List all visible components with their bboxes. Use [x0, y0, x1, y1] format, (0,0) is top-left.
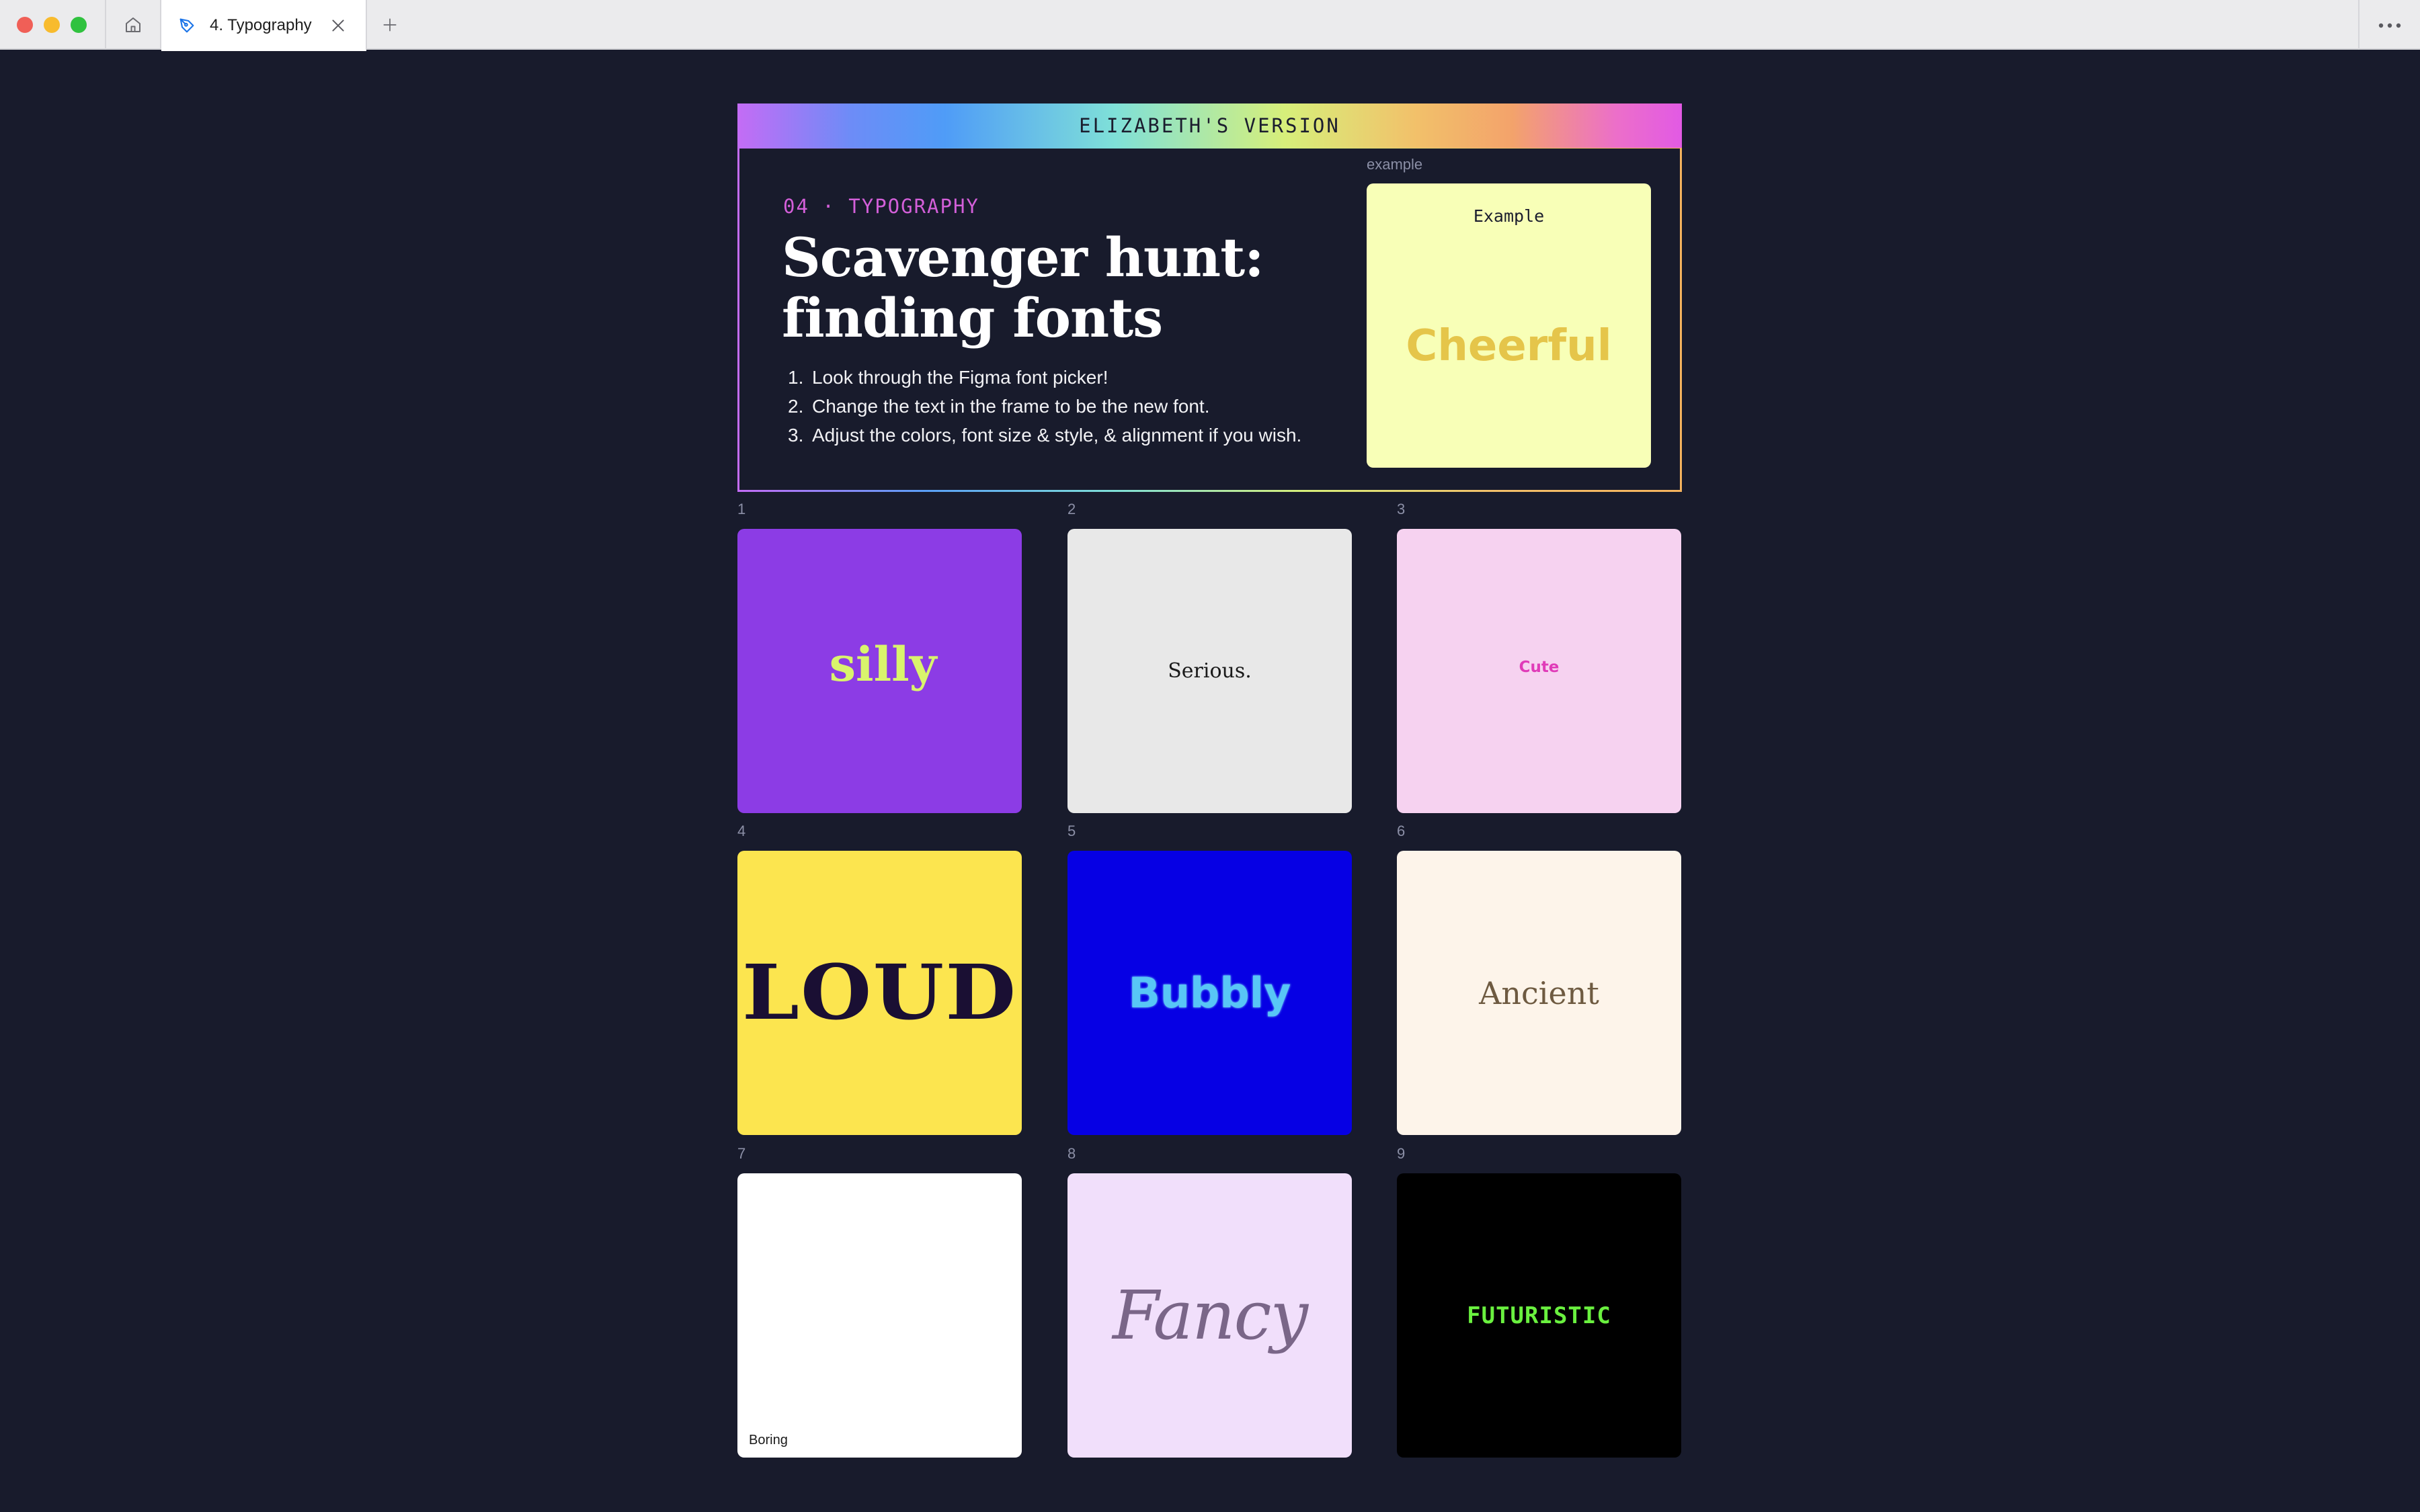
- example-caption: Example: [1473, 206, 1545, 226]
- home-button[interactable]: [106, 0, 160, 50]
- frame-label-4[interactable]: 4: [737, 823, 745, 840]
- frame-6-text[interactable]: Ancient: [1479, 975, 1599, 1011]
- step-number: 2.: [788, 396, 804, 417]
- frame-5-text[interactable]: Bubbly: [1129, 968, 1291, 1017]
- frame-7-text[interactable]: Boring: [749, 1433, 788, 1448]
- frame-3-text[interactable]: Cute: [1519, 659, 1560, 676]
- step-number: 3.: [788, 425, 804, 446]
- step-text: Adjust the colors, font size & style, & …: [812, 425, 1302, 446]
- frame-label-5[interactable]: 5: [1067, 823, 1076, 840]
- frame-7[interactable]: Boring: [737, 1173, 1022, 1458]
- instruction-item: 1. Look through the Figma font picker!: [788, 363, 1301, 392]
- title-bar: 4. Typography: [0, 0, 2420, 51]
- frame-label-2[interactable]: 2: [1067, 501, 1076, 518]
- frame-8-text[interactable]: Fancy: [1113, 1276, 1308, 1355]
- lesson-eyebrow: 04 · TYPOGRAPHY: [783, 195, 979, 218]
- frame-4-text[interactable]: LOUD: [742, 949, 1017, 1037]
- step-text: Change the text in the frame to be the n…: [812, 396, 1210, 417]
- frame-3[interactable]: Cute: [1397, 529, 1681, 813]
- close-icon[interactable]: [329, 17, 347, 34]
- frame-1[interactable]: silly: [737, 529, 1022, 813]
- frame-1-text[interactable]: silly: [830, 636, 937, 692]
- example-frame-label[interactable]: example: [1367, 156, 1422, 173]
- frame-9-text[interactable]: FUTURISTIC: [1467, 1302, 1611, 1329]
- pen-tool-icon: [179, 18, 194, 33]
- step-text: Look through the Figma font picker!: [812, 367, 1108, 388]
- new-tab-button[interactable]: [376, 11, 403, 38]
- frame-label-7[interactable]: 7: [737, 1145, 745, 1163]
- banner-label: ELIZABETH'S VERSION: [1079, 114, 1340, 137]
- frame-label-3[interactable]: 3: [1397, 501, 1405, 518]
- plus-icon: [383, 18, 397, 32]
- divider: [366, 0, 367, 50]
- frame-8[interactable]: Fancy: [1067, 1173, 1352, 1458]
- page-title: Scavenger hunt: finding fonts: [782, 227, 1320, 348]
- maximize-window-button[interactable]: [71, 17, 87, 33]
- frame-2[interactable]: Serious.: [1067, 529, 1352, 813]
- instruction-item: 2. Change the text in the frame to be the…: [788, 392, 1301, 421]
- frame-label-9[interactable]: 9: [1397, 1145, 1405, 1163]
- frame-label-1[interactable]: 1: [737, 501, 745, 518]
- title-line-1: Scavenger hunt:: [782, 226, 1264, 289]
- example-word[interactable]: Cheerful: [1367, 321, 1651, 371]
- instruction-item: 3. Adjust the colors, font size & style, …: [788, 421, 1301, 450]
- version-banner: ELIZABETH'S VERSION: [737, 103, 1682, 148]
- tab-label: 4. Typography: [210, 16, 312, 34]
- home-icon: [126, 17, 140, 32]
- frame-4[interactable]: LOUD: [737, 851, 1022, 1135]
- frame-2-text[interactable]: Serious.: [1168, 659, 1252, 683]
- frame-label-8[interactable]: 8: [1067, 1145, 1076, 1163]
- tab-typography[interactable]: 4. Typography: [161, 0, 366, 51]
- more-options-button[interactable]: [2373, 12, 2407, 39]
- instruction-list: 1. Look through the Figma font picker! 2.…: [788, 363, 1301, 450]
- frame-9[interactable]: FUTURISTIC: [1397, 1173, 1681, 1458]
- frame-5[interactable]: Bubbly: [1067, 851, 1352, 1135]
- title-line-2: finding fonts: [782, 286, 1163, 349]
- divider: [2358, 0, 2360, 50]
- step-number: 1.: [788, 367, 804, 388]
- minimize-window-button[interactable]: [44, 17, 60, 33]
- close-window-button[interactable]: [17, 17, 33, 33]
- frame-label-6[interactable]: 6: [1397, 823, 1405, 840]
- frame-6[interactable]: Ancient: [1397, 851, 1681, 1135]
- example-frame[interactable]: Example Cheerful: [1367, 183, 1651, 468]
- more-horizontal-icon: [2378, 23, 2401, 28]
